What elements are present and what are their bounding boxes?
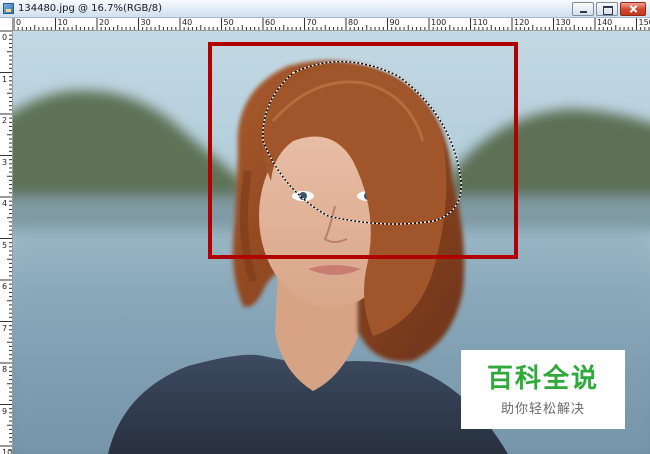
ruler-label-top: 100 <box>431 18 447 27</box>
photoshop-document-window: 134480.jpg @ 16.7%(RGB/8) 0 10 20 30 40 50 60 7… <box>0 0 650 454</box>
ruler-label-top: 80 <box>348 18 359 27</box>
ruler-label-top: 110 <box>472 18 488 27</box>
ruler-label-top: 140 <box>597 18 613 27</box>
ruler-origin[interactable] <box>0 18 13 31</box>
ruler-label-left: 3 <box>2 157 8 167</box>
ruler-label-left: 7 <box>2 323 8 333</box>
ruler-label-top: 150 <box>638 18 650 27</box>
image-canvas[interactable]: 百科全说 助你轻松解决 <box>13 31 650 454</box>
title-bar[interactable]: 134480.jpg @ 16.7%(RGB/8) <box>0 0 650 18</box>
ruler-label-top: 60 <box>265 18 276 27</box>
maximize-button[interactable] <box>596 2 618 16</box>
ruler-label-top: 10 <box>57 18 68 27</box>
ruler-label-top: 70 <box>306 18 317 27</box>
ruler-label-left: 2 <box>2 116 8 125</box>
ruler-label-left: 5 <box>2 240 8 250</box>
ruler-label-left: 0 <box>2 33 8 42</box>
watermark-badge: 百科全说 助你轻松解决 <box>461 350 625 429</box>
ruler-label-top: 30 <box>140 18 151 27</box>
minimize-button[interactable] <box>572 2 594 16</box>
vertical-ruler[interactable]: 0 1 2 3 4 5 6 7 8 9 10 <box>0 31 13 454</box>
ruler-label-top: 120 <box>514 18 530 27</box>
selection-rectangle[interactable] <box>208 42 518 259</box>
ruler-label-left: 10 <box>2 448 13 454</box>
ruler-label-left: 9 <box>2 406 8 416</box>
watermark-subtitle: 助你轻松解决 <box>500 402 585 417</box>
ruler-label-left: 8 <box>2 365 8 374</box>
ruler-label-left: 4 <box>2 199 8 208</box>
ruler-label-top: 90 <box>389 18 400 27</box>
watermark-title: 百科全说 <box>486 364 599 394</box>
ruler-label-top: 0 <box>16 18 22 27</box>
ruler-label-left: 1 <box>2 74 8 84</box>
ruler-label-top: 50 <box>223 18 234 27</box>
image-document-icon <box>3 3 14 14</box>
ruler-label-top: 40 <box>182 18 193 27</box>
horizontal-ruler[interactable]: 0 10 20 30 40 50 60 70 80 90 100 110 120 130 140 150 <box>13 18 650 31</box>
ruler-label-left: 6 <box>2 282 8 291</box>
close-button[interactable] <box>620 2 646 16</box>
ruler-label-top: 20 <box>99 18 110 27</box>
ruler-label-top: 130 <box>555 18 571 27</box>
document-title: 134480.jpg @ 16.7%(RGB/8) <box>18 3 163 14</box>
